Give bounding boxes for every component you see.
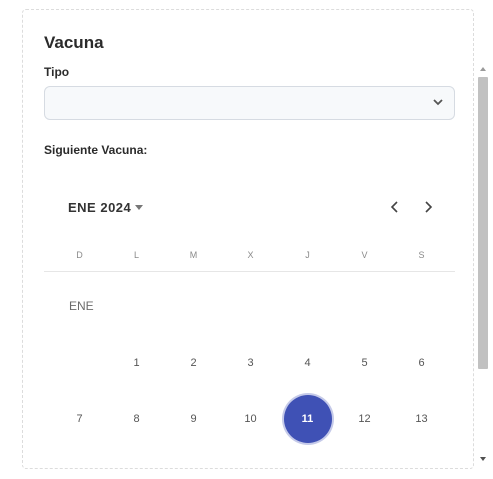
scrollbar-thumb[interactable] xyxy=(478,77,488,369)
calendar-week-row: 7 8 9 10 11 12 13 xyxy=(51,395,449,443)
calendar-day[interactable]: 3 xyxy=(222,339,279,387)
calendar-week-row: 1 2 3 4 5 6 xyxy=(51,339,449,387)
tipo-select[interactable] xyxy=(44,86,455,120)
card-title: Vacuna xyxy=(44,33,104,52)
weekday-label: S xyxy=(418,250,425,260)
calendar-day[interactable]: 13 xyxy=(393,395,450,443)
calendar-day[interactable]: 2 xyxy=(165,339,222,387)
chevron-left-icon[interactable] xyxy=(386,198,404,216)
calendar-day[interactable]: 12 xyxy=(336,395,393,443)
calendar-day-empty xyxy=(51,339,108,387)
weekday-label: V xyxy=(361,250,368,260)
calendar-day[interactable]: 7 xyxy=(51,395,108,443)
calendar-day[interactable]: 4 xyxy=(279,339,336,387)
month-year-dropdown[interactable]: ENE 2024 xyxy=(68,200,144,215)
scroll-down-arrow-icon[interactable] xyxy=(480,456,486,462)
calendar-day-selected[interactable]: 11 xyxy=(279,395,336,443)
weekday-label: J xyxy=(305,250,310,260)
month-label: ENE xyxy=(69,299,94,313)
next-vaccine-label: Siguiente Vacuna: xyxy=(44,143,148,157)
calendar-day[interactable]: 9 xyxy=(165,395,222,443)
chevron-down-icon xyxy=(433,99,443,106)
weekday-label: X xyxy=(247,250,254,260)
weekday-label: L xyxy=(133,250,139,260)
calendar-day[interactable]: 5 xyxy=(336,339,393,387)
chevron-right-icon[interactable] xyxy=(419,198,437,216)
weekday-label: D xyxy=(76,250,83,260)
calendar-day[interactable]: 1 xyxy=(108,339,165,387)
calendar-day[interactable]: 8 xyxy=(108,395,165,443)
calendar-day[interactable]: 6 xyxy=(393,339,450,387)
weekday-divider xyxy=(44,271,455,272)
tipo-label: Tipo xyxy=(44,65,70,79)
scrollbar[interactable] xyxy=(477,63,489,465)
weekday-header: D L M X J V S xyxy=(51,250,449,260)
caret-down-icon xyxy=(135,205,144,210)
weekday-label: M xyxy=(189,250,198,260)
calendar-day[interactable]: 10 xyxy=(222,395,279,443)
month-year-label: ENE 2024 xyxy=(68,200,132,215)
scroll-up-arrow-icon[interactable] xyxy=(480,66,486,72)
